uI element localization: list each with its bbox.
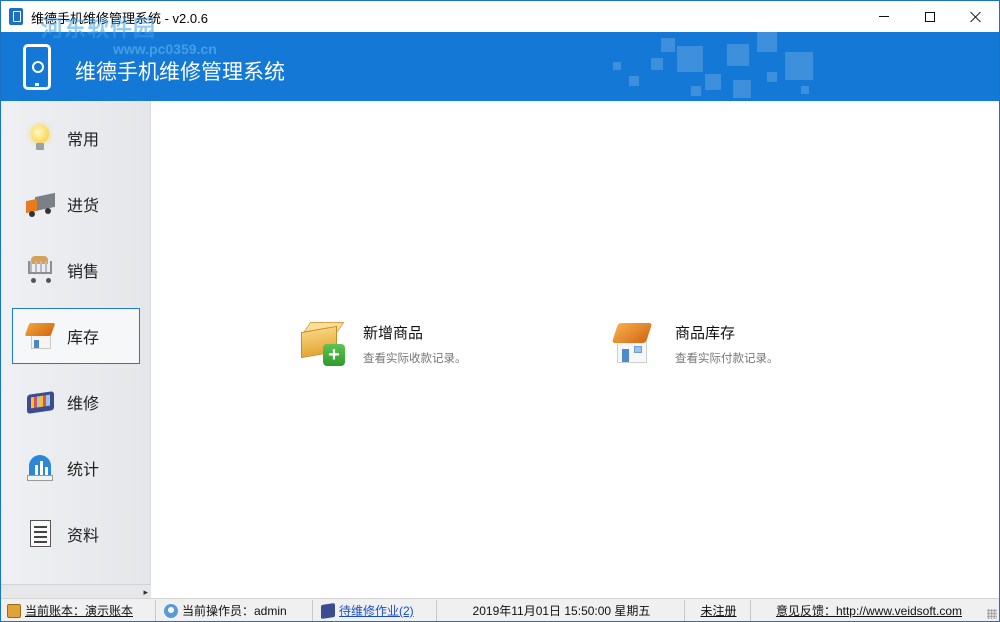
truck-icon (25, 189, 55, 219)
sidebar-item-label: 资料 (67, 528, 100, 545)
status-pending-repairs[interactable]: 待维修作业(2) (315, 600, 437, 621)
warehouse-icon (24, 321, 56, 351)
header-banner: 维德手机维修管理系统 (1, 32, 999, 101)
banner-decoration (661, 38, 675, 52)
close-icon (970, 11, 982, 23)
banner-decoration (691, 86, 701, 96)
banner-decoration (629, 76, 639, 86)
sidebar: 常用 进货 销售 库存 维修 统计 资料 (1, 101, 151, 598)
tile-add-goods[interactable]: + 新增商品 查看实际收款记录。 (297, 321, 467, 373)
sidebar-item-purchase[interactable]: 进货 (12, 176, 140, 232)
sidebar-item-label: 维修 (67, 396, 100, 413)
tile-title: 新增商品 (363, 325, 424, 342)
sidebar-item-label: 常用 (67, 132, 100, 149)
sidebar-item-statistics[interactable]: 统计 (12, 440, 140, 496)
light-bulb-icon (25, 123, 55, 153)
phone-button (35, 83, 39, 86)
statistics-icon (25, 453, 55, 483)
banner-decoration (727, 44, 749, 66)
maximize-icon (925, 11, 935, 22)
gear-icon (32, 61, 44, 73)
banner-decoration (677, 46, 703, 72)
main-content: + 新增商品 查看实际收款记录。 商品库存 查看实际付款记录。 (151, 101, 999, 598)
sidebar-item-data[interactable]: 资料 (12, 506, 140, 562)
close-button[interactable] (953, 1, 999, 32)
feedback-link[interactable]: 意见反馈：http://www.veidsoft.com (776, 602, 962, 619)
tile-goods-stock[interactable]: 商品库存 查看实际付款记录。 (609, 321, 779, 373)
sidebar-item-label: 进货 (67, 198, 100, 215)
sidebar-scrollbar[interactable]: ▸ (1, 584, 151, 598)
phone-gear-icon (23, 44, 51, 90)
tile-description: 查看实际收款记录。 (363, 353, 467, 365)
status-operator-text: 当前操作员：admin (182, 604, 287, 618)
sidebar-item-repair[interactable]: 维修 (12, 374, 140, 430)
banner-decoration (651, 58, 663, 70)
banner-decoration (785, 52, 813, 80)
banner-decoration (767, 72, 777, 82)
banner-decoration (613, 62, 621, 70)
banner-decoration (705, 74, 721, 90)
sidebar-item-label: 统计 (67, 462, 100, 479)
tile-title: 商品库存 (675, 325, 736, 342)
app-title: 维德手机维修管理系统 (75, 61, 285, 84)
sidebar-item-label: 库存 (67, 330, 100, 347)
sidebar-item-common[interactable]: 常用 (12, 110, 140, 166)
banner-decoration (801, 86, 809, 94)
document-icon (25, 519, 55, 549)
sidebar-item-label: 销售 (67, 264, 100, 281)
add-goods-icon: + (297, 319, 351, 373)
user-icon (164, 603, 178, 618)
status-feedback[interactable]: 意见反馈：http://www.veidsoft.com (753, 600, 985, 621)
toolkit-icon (321, 602, 335, 619)
app-window: 维德手机维修管理系统 - v2.0.6 维德手机维修管理系统 河东软件园 www… (0, 0, 1000, 622)
minimize-icon (879, 16, 889, 17)
sidebar-item-inventory[interactable]: 库存 (12, 308, 140, 364)
goods-stock-icon (609, 319, 663, 373)
status-operator: 当前操作员：admin (158, 600, 313, 621)
scroll-right-icon[interactable]: ▸ (143, 587, 148, 598)
status-pending-link[interactable]: 待维修作业(2) (339, 602, 414, 619)
window-title: 维德手机维修管理系统 - v2.0.6 (31, 11, 208, 26)
status-register[interactable]: 未注册 (687, 600, 751, 621)
shopping-cart-icon (25, 255, 55, 285)
banner-decoration (757, 32, 777, 52)
banner-decoration (733, 80, 751, 98)
status-account[interactable]: 当前账本：演示账本 (1, 600, 156, 621)
status-bar: 当前账本：演示账本 当前操作员：admin 待维修作业(2) 2019年11月0… (1, 598, 999, 621)
status-account-text: 当前账本：演示账本 (25, 604, 134, 618)
sidebar-item-sales[interactable]: 销售 (12, 242, 140, 298)
maximize-button[interactable] (907, 1, 953, 32)
toolkit-icon (25, 387, 55, 417)
register-link[interactable]: 未注册 (700, 602, 736, 619)
resize-grip-icon[interactable] (987, 609, 997, 619)
app-icon (9, 8, 23, 25)
minimize-button[interactable] (861, 1, 907, 32)
status-datetime: 2019年11月01日 15:50:00 星期五 (439, 600, 685, 621)
status-datetime-text: 2019年11月01日 15:50:00 星期五 (472, 604, 651, 618)
tile-description: 查看实际付款记录。 (675, 353, 779, 365)
account-book-icon (7, 603, 21, 618)
title-bar[interactable]: 维德手机维修管理系统 - v2.0.6 (1, 1, 999, 32)
